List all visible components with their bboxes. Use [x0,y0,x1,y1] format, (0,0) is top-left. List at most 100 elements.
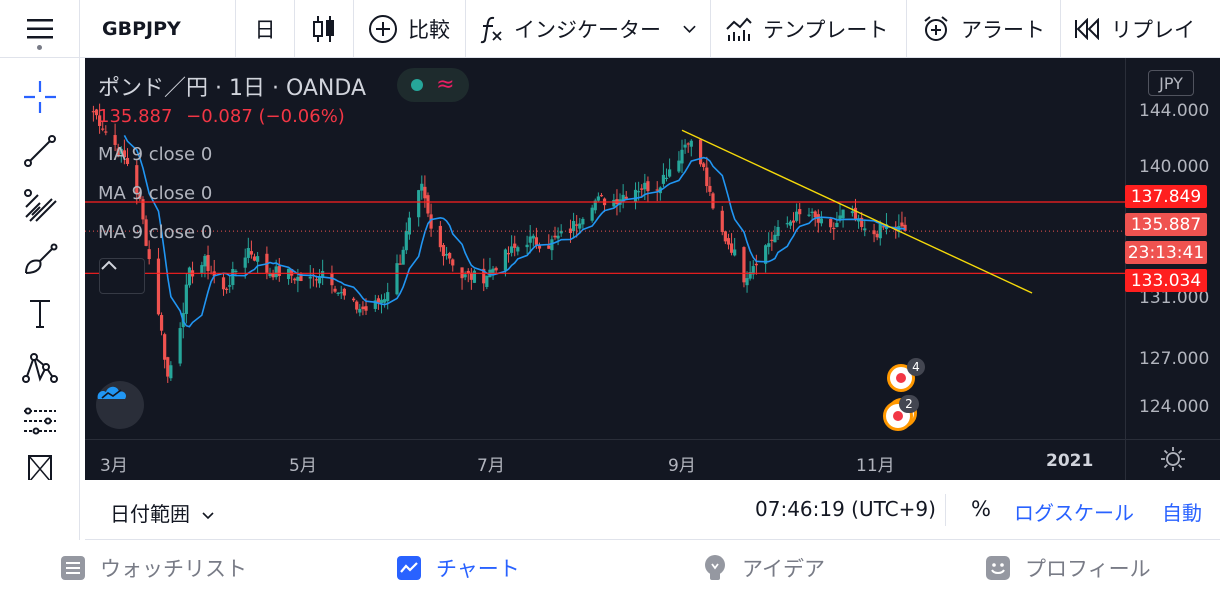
market-open-icon [411,79,424,91]
candle-body [104,131,108,133]
text-tool[interactable] [19,292,61,334]
tradingview-logo[interactable] [96,381,144,429]
market-status-pill[interactable]: ≈ [397,68,469,102]
economic-event-marker[interactable]: 4 [885,358,925,395]
interval-button[interactable]: 日 [236,0,295,57]
candle-body [668,169,672,177]
candle-body [578,223,582,229]
candle-body [231,268,235,286]
candle-body [147,249,151,260]
auto-scale-button[interactable]: 自動 [1162,497,1202,526]
candle-body [590,207,594,221]
candle-body [571,220,576,232]
log-scale-button[interactable]: ログスケール [1014,497,1134,526]
candle-body [200,265,204,274]
candle-body [689,140,693,147]
prediction-tool[interactable] [19,400,61,442]
alert-label: アラート [961,17,1045,42]
trendline-tool[interactable] [19,130,61,172]
candle-body [166,357,170,377]
templates-button[interactable]: テンプレート [711,0,907,57]
time-axis-label: 7月 [477,456,505,476]
indicators-label: インジケーター [514,17,661,42]
chevron-down-icon [683,25,696,33]
pattern-tool[interactable] [19,346,61,388]
nav-watchlist-label: ウォッチリスト [100,557,247,581]
chart-pane[interactable]: ポンド／円 · 1日 · OANDA ≈ 135.887 −0.087 (−0.… [85,58,1220,480]
candle-body [234,270,238,273]
currency-label[interactable]: JPY [1148,70,1194,96]
candle-body [556,235,560,239]
candle-body [296,276,300,281]
compare-label: 比較 [408,17,450,42]
alarm-clock-icon [924,15,948,41]
symbol-button[interactable]: GBPJPY [80,0,236,57]
legend-collapse-button[interactable] [99,258,145,294]
candle-body [773,234,777,243]
indicators-button[interactable]: インジケーター [466,0,711,57]
candle-body [451,259,455,266]
percent-scale-button[interactable]: % [971,497,991,521]
price-axis-label: 127.000 [1139,349,1210,369]
nav-ideas-label: アイデア [742,557,825,581]
candle-body [206,255,210,272]
pitchfork-icon [24,189,57,222]
candle-body [537,245,542,249]
brush-tool[interactable] [19,238,61,280]
candle-body [252,256,257,261]
event-count-badge: 2 [899,395,919,413]
nav-chart[interactable]: チャート [396,553,520,583]
candle-body [664,177,669,180]
candle-body [640,188,644,190]
pitchfork-tool[interactable] [19,184,61,226]
legend-last-price: 135.887 [98,106,173,127]
ma-legend-3[interactable]: MA 9 close 0 [98,222,212,243]
trendline-icon [24,135,56,167]
nav-watchlist[interactable]: ウォッチリスト [60,553,247,583]
candle-body [448,252,452,259]
candle-body [835,222,839,228]
crosshair-tool[interactable] [19,76,61,118]
date-range-button[interactable]: 日付範囲 [110,498,214,527]
candle-body [494,267,498,271]
alert-button[interactable]: アラート [907,0,1061,57]
chart-type-button[interactable] [295,0,354,57]
candle-body [336,292,340,294]
time-axis-label: 11月 [856,456,895,476]
candle-body [376,298,381,303]
nav-chart-label: チャート [436,557,520,581]
ma-legend-2[interactable]: MA 9 close 0 [98,183,212,204]
watchlist-icon [61,556,85,580]
crosshair-icon [24,81,56,113]
candle-body [785,223,789,225]
candle-body [314,279,319,281]
ma-legend-1[interactable]: MA 9 close 0 [98,144,212,165]
chevron-up-icon [101,260,117,270]
candle-body [358,308,362,313]
candle-body [720,210,724,232]
candle-body [491,268,495,274]
candle-body [404,231,408,251]
candle-body [277,265,281,277]
candle-body [228,285,232,287]
candle-body [339,292,343,294]
nav-ideas[interactable]: アイデア [702,553,825,583]
candle-body [333,288,337,292]
candle-body [863,228,867,231]
candle-body [528,236,532,243]
nav-profile[interactable]: プロフィール [985,553,1151,583]
candle-body [156,258,161,315]
timezone-clock[interactable]: 07:46:19 (UTC+9) [755,497,936,521]
candle-body [661,174,666,184]
candle-body [702,163,706,168]
candle-body [900,222,904,227]
time-axis-label: 2021 [1046,451,1094,471]
candle-body [680,149,684,164]
menu-button[interactable] [0,0,80,57]
economic-event-marker[interactable]: 2 [881,395,925,433]
candle-body [726,238,731,245]
replay-button[interactable]: リプレイ [1061,0,1220,57]
compare-button[interactable]: 比較 [354,0,466,57]
candle-body [531,235,535,239]
candle-body [255,256,260,262]
